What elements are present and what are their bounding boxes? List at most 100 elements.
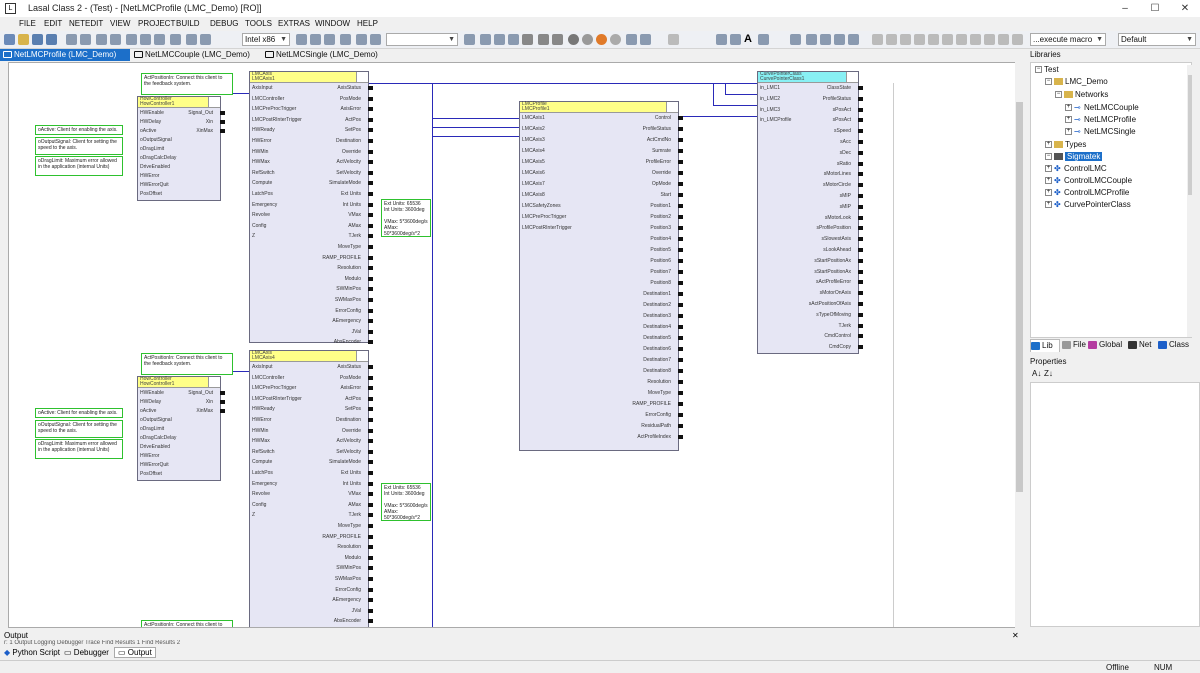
output-pin[interactable]: Position3	[650, 226, 671, 231]
tab-file[interactable]: File	[1062, 339, 1086, 351]
output-pin[interactable]: XinMax	[196, 409, 213, 414]
output-tab-strip[interactable]: r: 1 Output Logging Debugger Trace Find …	[4, 640, 180, 646]
pin-connector[interactable]	[368, 481, 373, 486]
menu-extras[interactable]: EXTRAS	[278, 19, 310, 28]
output-pin[interactable]: Start	[660, 193, 671, 198]
pin-connector[interactable]	[678, 413, 683, 417]
input-pin[interactable]: HWError	[252, 139, 271, 144]
pin-connector[interactable]	[368, 598, 373, 603]
pin-connector[interactable]	[368, 117, 373, 122]
output-pin[interactable]: AMax	[348, 502, 361, 508]
align-right-icon[interactable]	[900, 34, 911, 45]
output-pin[interactable]: ProfileStatus	[643, 127, 671, 132]
search-icon[interactable]	[340, 34, 351, 45]
output-pin[interactable]: Override	[652, 171, 671, 176]
output-pin[interactable]: Destination1	[643, 292, 671, 297]
output-pin[interactable]: TJerk	[349, 234, 362, 239]
tree-item-netlmccouple[interactable]: + ⊸ NetLMCCouple	[1065, 103, 1139, 113]
output-pin[interactable]: ErrorConfig	[645, 413, 671, 418]
output-pin[interactable]: TJerk	[839, 323, 852, 329]
pin-connector[interactable]	[858, 323, 863, 328]
output-pin[interactable]: Destination3	[643, 314, 671, 319]
output-pin[interactable]: sTypeOfMoving	[816, 312, 851, 318]
output-pin[interactable]: Position7	[650, 270, 671, 275]
output-pin[interactable]: sStartPositionAx	[814, 258, 851, 264]
function-block-how-controller-1[interactable]: HowController HowController1 HWEnable HWDe…	[137, 96, 225, 201]
tree-item-netlmcprofile[interactable]: + ⊸ NetLMCProfile	[1065, 115, 1136, 125]
pin-connector[interactable]	[368, 96, 373, 101]
online-icon[interactable]	[324, 34, 335, 45]
collapse-icon[interactable]: −	[1045, 78, 1052, 86]
link-icon[interactable]	[356, 34, 367, 45]
output-pin[interactable]: SWMinPos	[336, 287, 361, 292]
output-pin[interactable]: SWMaxPos	[335, 577, 361, 582]
note-output-signal-2[interactable]: oOutputSignal: Client for setting the sp…	[35, 420, 123, 438]
pin-connector[interactable]	[368, 86, 373, 90]
note-drag-limit[interactable]: oDragLimit: Maximum error allowed in the…	[35, 156, 123, 176]
output-pin[interactable]: VMax	[348, 213, 361, 218]
output-pin[interactable]: CmdControl	[824, 334, 851, 339]
platform-select[interactable]: Intel x86 ▼	[242, 33, 290, 46]
tab-netlmcsingle[interactable]: NetLMCSingle (LMC_Demo) [RO]	[262, 49, 392, 71]
input-pin[interactable]: oDragCalcDelay	[140, 436, 176, 441]
output-pin[interactable]: Modulo	[345, 276, 361, 282]
pin-connector[interactable]	[858, 129, 863, 134]
pin-connector[interactable]	[678, 248, 683, 252]
stop-icon[interactable]	[538, 34, 549, 45]
input-pin[interactable]: oOutputSignal	[140, 138, 172, 143]
distribute-h-icon[interactable]	[956, 34, 967, 45]
input-pin[interactable]: LMCAxis2	[522, 127, 545, 132]
expand-icon[interactable]: +	[1065, 128, 1072, 136]
menu-project[interactable]: PROJECT	[138, 19, 175, 28]
output-pin[interactable]: Position6	[650, 259, 671, 264]
output-pin[interactable]: Destination4	[643, 325, 671, 330]
input-pin[interactable]: LMCAxis5	[522, 160, 545, 165]
output-pin[interactable]: Control	[655, 116, 671, 121]
pin-connector[interactable]	[858, 96, 863, 101]
pin-connector[interactable]	[368, 266, 373, 271]
output-pin[interactable]: sSlowestAxis	[822, 237, 851, 242]
step-into-icon[interactable]	[494, 34, 505, 45]
pin-connector[interactable]	[678, 171, 683, 175]
input-pin[interactable]: LatchPos	[252, 192, 273, 197]
menu-view[interactable]: VIEW	[110, 19, 130, 28]
output-pin[interactable]: Position4	[650, 237, 671, 242]
output-pin[interactable]: sProfilePosition	[817, 226, 851, 231]
open-icon[interactable]	[18, 34, 29, 45]
pin-connector[interactable]	[368, 340, 373, 345]
output-pin[interactable]: Destination2	[643, 303, 671, 308]
pin-connector[interactable]	[858, 204, 863, 209]
output-pin[interactable]: AEmergency	[332, 598, 361, 603]
pin-connector[interactable]	[368, 375, 373, 380]
tab-class[interactable]: Class	[1158, 339, 1189, 351]
pin-connector[interactable]	[678, 369, 683, 373]
pin-connector[interactable]	[368, 439, 373, 444]
input-pin[interactable]: HWErrorQuit	[140, 463, 169, 468]
output-pin[interactable]: SetVelocity	[336, 449, 361, 455]
menu-netedit[interactable]: NETEDIT	[69, 19, 103, 28]
output-pin[interactable]: Resolution	[337, 266, 361, 271]
menu-debug[interactable]: DEBUG	[210, 19, 238, 28]
delete-icon[interactable]	[170, 34, 181, 45]
output-pin[interactable]: AbsEncoder	[334, 619, 361, 624]
pin-connector[interactable]	[368, 170, 373, 175]
tree-item-controllmccouple[interactable]: + ✤ ControlLMCCouple	[1045, 176, 1132, 186]
input-pin[interactable]: HWMax	[252, 160, 270, 165]
output-pin[interactable]: sSpeed	[834, 129, 851, 134]
note-output-signal[interactable]: oOutputSignal: Client for setting the sp…	[35, 137, 123, 155]
sort-category-icon[interactable]: A↓	[1032, 369, 1041, 378]
pin-connector[interactable]	[678, 380, 683, 384]
pin-connector[interactable]	[678, 358, 683, 362]
input-pin[interactable]: LMCPostRInterTrigger	[522, 226, 572, 231]
pin-connector[interactable]	[368, 471, 373, 475]
input-pin[interactable]: HWError	[140, 174, 159, 179]
net-icon[interactable]	[790, 34, 801, 45]
pin-connector[interactable]	[858, 345, 863, 350]
pin-connector[interactable]	[368, 139, 373, 143]
minimize-button[interactable]: –	[1110, 0, 1140, 17]
zoom-icon[interactable]	[758, 34, 769, 45]
pin-connector[interactable]	[368, 492, 373, 497]
download-icon[interactable]	[296, 34, 307, 45]
input-pin[interactable]: DriveEnabled	[140, 165, 170, 170]
input-pin[interactable]: Config	[252, 223, 266, 229]
